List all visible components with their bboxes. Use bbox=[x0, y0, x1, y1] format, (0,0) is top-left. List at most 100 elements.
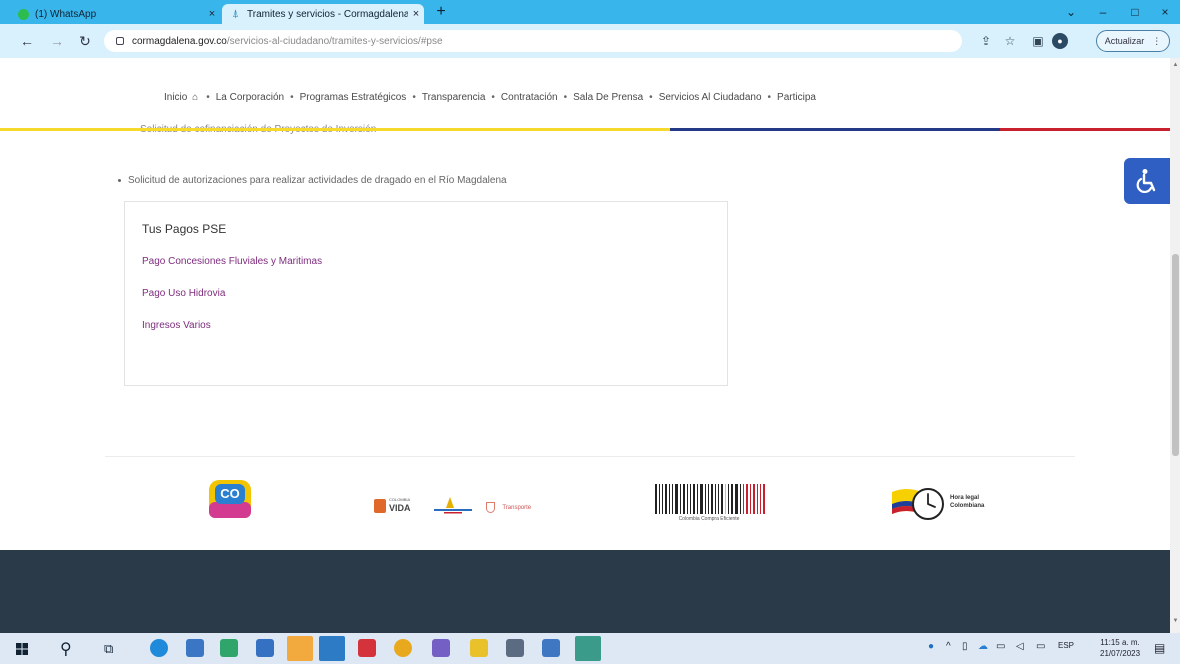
barcode-bar bbox=[665, 484, 667, 514]
link-ingresos-varios[interactable]: Ingresos Varios bbox=[142, 320, 211, 331]
edge-icon[interactable] bbox=[150, 639, 168, 657]
nav-item-participa[interactable]: Participa bbox=[773, 92, 820, 103]
app-icon-10[interactable] bbox=[470, 639, 488, 657]
app-icon-5[interactable] bbox=[287, 636, 313, 661]
barcode-bar bbox=[740, 484, 741, 514]
nav-item-servicios-al-ciudadano[interactable]: Servicios Al Ciudadano bbox=[655, 92, 766, 103]
logo-transporte[interactable]: Transporte bbox=[486, 500, 566, 514]
home-icon: ⌂ bbox=[187, 92, 200, 103]
nav-item-contratación[interactable]: Contratación bbox=[497, 92, 562, 103]
logo-colombia-vida[interactable]: COLOMBIA VIDA bbox=[374, 496, 414, 518]
search-icon[interactable]: ⚲ bbox=[60, 639, 72, 659]
nav-item-transparencia[interactable]: Transparencia bbox=[418, 92, 490, 103]
app-icon-6[interactable] bbox=[319, 636, 345, 661]
help-icon[interactable]: ● bbox=[928, 641, 934, 652]
app-icon-4[interactable] bbox=[256, 639, 274, 657]
app-icon-3[interactable] bbox=[220, 639, 238, 657]
tab-cormagdalena[interactable]: ⍋ Tramites y servicios - Cormagdalena × bbox=[222, 4, 424, 24]
bookmark-star-icon[interactable]: ☆ bbox=[1002, 33, 1018, 49]
scroll-down-icon[interactable]: ▼ bbox=[1172, 618, 1179, 626]
scroll-up-icon[interactable]: ▲ bbox=[1172, 62, 1179, 70]
back-icon[interactable]: ← bbox=[18, 32, 36, 50]
lock-icon[interactable] bbox=[116, 37, 124, 45]
barcode-bar bbox=[675, 484, 678, 514]
logo-colombia-compra-eficiente[interactable]: Colombia Compra Eficiente bbox=[653, 482, 765, 524]
tray-chevron-icon[interactable]: ^ bbox=[946, 641, 951, 652]
maximize-button[interactable]: □ bbox=[1120, 3, 1150, 21]
hora-legal-text: Hora legal Colombiana bbox=[950, 494, 984, 510]
logo-co-colombia[interactable]: CO bbox=[205, 478, 255, 520]
forward-icon[interactable]: → bbox=[48, 32, 66, 50]
profile-avatar[interactable]: ● bbox=[1052, 33, 1068, 49]
app-icon-9[interactable] bbox=[432, 639, 450, 657]
barcode-icon bbox=[653, 482, 765, 516]
nav-item-label: Servicios Al Ciudadano bbox=[659, 92, 762, 103]
barcode-bar bbox=[687, 484, 688, 514]
cormagdalena-favicon-icon: ⍋ bbox=[230, 9, 241, 20]
taskbar-clock[interactable]: 11:15 a. m. 21/07/2023 bbox=[1100, 637, 1140, 659]
onedrive-icon[interactable]: ☁ bbox=[978, 641, 988, 652]
barcode-bar bbox=[655, 484, 657, 514]
nav-item-label: La Corporación bbox=[216, 92, 284, 103]
share-icon[interactable]: ⇪ bbox=[978, 33, 994, 49]
nav-separator: • bbox=[288, 92, 296, 103]
notifications-icon[interactable]: ▤ bbox=[1154, 641, 1165, 655]
nav-item-label: Participa bbox=[777, 92, 816, 103]
nav-item-label: Contratación bbox=[501, 92, 558, 103]
barcode-bar bbox=[662, 484, 663, 514]
app-icon-2[interactable] bbox=[186, 639, 204, 657]
app-icon-7[interactable] bbox=[358, 639, 376, 657]
reload-icon[interactable]: ↻ bbox=[76, 32, 94, 50]
minimize-button[interactable]: – bbox=[1088, 3, 1118, 21]
update-button[interactable]: Actualizar ⋮ bbox=[1096, 30, 1170, 52]
barcode-bar bbox=[669, 484, 670, 514]
browser-toolbar: ← → ↻ cormagdalena.gov.co /servicios-al-… bbox=[0, 24, 1180, 58]
shield-icon bbox=[486, 502, 495, 513]
web-page: Inicio ⌂•La Corporación•Programas Estrat… bbox=[0, 58, 1170, 633]
flag-stripe-red bbox=[1000, 128, 1170, 131]
accessibility-button[interactable] bbox=[1124, 158, 1170, 204]
windows-start-icon[interactable] bbox=[16, 643, 28, 655]
barcode-bar bbox=[690, 484, 691, 514]
barcode-bar bbox=[672, 484, 673, 514]
close-window-button[interactable]: × bbox=[1150, 3, 1180, 21]
close-tab-icon[interactable]: × bbox=[408, 8, 424, 20]
tab-search-icon[interactable]: ⌄ bbox=[1056, 3, 1086, 21]
network-icon[interactable]: ▭ bbox=[996, 641, 1005, 652]
app-icon-13[interactable] bbox=[575, 636, 601, 661]
task-view-icon[interactable]: ⧉ bbox=[104, 641, 113, 657]
scrollbar-thumb[interactable] bbox=[1172, 254, 1179, 456]
volume-icon[interactable]: ◁ bbox=[1016, 641, 1024, 652]
page-scrollbar[interactable]: ▲ ▼ bbox=[1170, 58, 1180, 633]
barcode-bar bbox=[735, 484, 738, 514]
bullet-icon bbox=[118, 179, 121, 182]
chrome-icon[interactable] bbox=[394, 639, 412, 657]
nav-item-programas-estratégicos[interactable]: Programas Estratégicos bbox=[296, 92, 411, 103]
address-bar[interactable]: cormagdalena.gov.co /servicios-al-ciudad… bbox=[104, 30, 962, 52]
language-indicator[interactable]: ESP bbox=[1058, 641, 1074, 650]
nav-item-label: Transparencia bbox=[422, 92, 486, 103]
logo-ministerio[interactable] bbox=[430, 494, 476, 516]
nav-separator: • bbox=[562, 92, 570, 103]
barcode-bar bbox=[683, 484, 685, 514]
nav-item-la-corporación[interactable]: La Corporación bbox=[212, 92, 288, 103]
new-tab-button[interactable]: + bbox=[432, 3, 450, 21]
windows-taskbar: ⚲ ⧉ ● ^ ▯ ☁ ▭ ◁ ▭ ESP 11:15 a. m. 21/07/… bbox=[0, 633, 1180, 664]
hora-legal-line-2: Colombiana bbox=[950, 502, 984, 510]
tab-strip: (1) WhatsApp × ⍋ Tramites y servicios - … bbox=[0, 0, 1180, 24]
close-tab-icon[interactable]: × bbox=[204, 8, 220, 20]
sidebar-icon[interactable]: ▣ bbox=[1030, 33, 1046, 49]
tray-app-icon[interactable]: ▯ bbox=[962, 641, 968, 652]
link-pago-uso-hidrovia[interactable]: Pago Uso Hidrovia bbox=[142, 288, 225, 299]
app-icon-12[interactable] bbox=[542, 639, 560, 657]
app-icon-11[interactable] bbox=[506, 639, 524, 657]
battery-icon[interactable]: ▭ bbox=[1036, 641, 1045, 652]
barcode-bar bbox=[753, 484, 755, 514]
nav-item-inicio[interactable]: Inicio ⌂ bbox=[160, 92, 204, 103]
logo-hora-legal-colombiana[interactable]: Hora legal Colombiana bbox=[890, 482, 1000, 522]
barcode-bar bbox=[731, 484, 733, 514]
tab-whatsapp[interactable]: (1) WhatsApp × bbox=[10, 4, 220, 24]
footer-divider bbox=[105, 456, 1075, 457]
link-pago-concesiones[interactable]: Pago Concesiones Fluviales y Maritimas bbox=[142, 256, 322, 267]
nav-item-sala-de-prensa[interactable]: Sala De Prensa bbox=[569, 92, 647, 103]
